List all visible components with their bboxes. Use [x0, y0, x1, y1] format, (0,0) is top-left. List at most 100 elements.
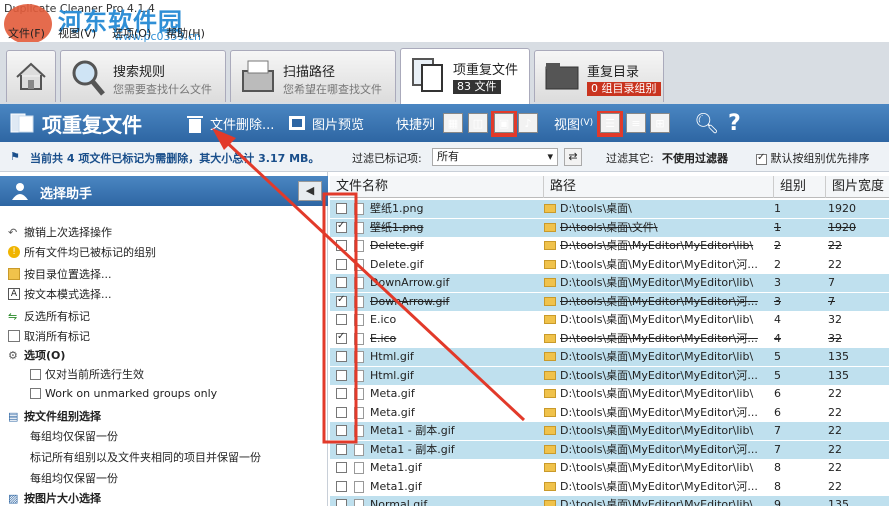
tab-duplicate-folders[interactable]: 重复目录 0 组目录组别 — [534, 50, 664, 102]
select-by-location-item[interactable]: 按目录位置选择... — [8, 266, 112, 282]
table-row[interactable]: DownArrow.gif D:\tools\桌面\MyEditor\MyEdit… — [330, 292, 889, 311]
image-preview-button[interactable]: 图片预览 — [312, 104, 364, 142]
keep-one-per-group-item[interactable]: 每组均仅保留一份 — [30, 428, 118, 444]
row-checkbox[interactable] — [336, 203, 347, 214]
refresh-filter-button[interactable]: ⇄ — [564, 148, 582, 166]
group-priority-checkbox[interactable]: 默认按组别优先排序 — [756, 150, 870, 166]
column-image-width[interactable]: 图片宽度 — [826, 176, 889, 198]
collapse-panel-button[interactable]: ◀ — [298, 181, 322, 201]
table-row[interactable]: Meta1.gif D:\tools\桌面\MyEditor\MyEditor\l… — [330, 459, 889, 477]
table-row[interactable]: DownArrow.gif D:\tools\桌面\MyEditor\MyEdit… — [330, 274, 889, 292]
row-checkbox[interactable] — [336, 351, 347, 362]
tab-duplicate-files[interactable]: 项重复文件 83 文件 — [400, 48, 530, 104]
column-layout-2-icon[interactable]: ◫ — [468, 113, 488, 133]
flag-icon: ⚑ — [10, 150, 20, 163]
delete-files-button[interactable]: 文件删除... — [210, 104, 274, 142]
row-checkbox[interactable] — [336, 499, 347, 506]
row-checkbox[interactable] — [336, 314, 347, 325]
table-row[interactable]: Delete.gif D:\tools\桌面\MyEditor\MyEditor\… — [330, 237, 889, 255]
row-checkbox[interactable] — [336, 388, 347, 399]
path-cell: D:\tools\桌面\MyEditor\MyEditor\河... — [560, 331, 758, 345]
invert-marks-item[interactable]: ⇋ 反选所有标记 — [8, 308, 90, 324]
options-heading: ⚙ 选项(O) — [8, 349, 66, 362]
group-cell: 7 — [774, 424, 781, 437]
row-checkbox[interactable] — [336, 462, 347, 473]
row-checkbox[interactable] — [336, 443, 347, 455]
grid-view-icon[interactable]: ⊞ — [650, 113, 670, 133]
keep-one-per-group-item-2[interactable]: 每组均仅保留一份 — [30, 470, 118, 486]
row-checkbox[interactable] — [336, 294, 347, 307]
table-row[interactable]: Normal.gif D:\tools\桌面\MyEditor\MyEditor\… — [330, 496, 889, 506]
clear-marks-item[interactable]: 取消所有标记 — [8, 328, 90, 344]
invert-icon: ⇋ — [8, 310, 18, 323]
filter-marked-label: 过滤已标记项: — [352, 152, 422, 165]
table-row[interactable]: 壁纸1.png D:\tools\桌面\文件\ 1 1920 — [330, 218, 889, 237]
column-file-name[interactable]: 文件名称 — [330, 176, 544, 198]
row-checkbox[interactable] — [336, 331, 347, 344]
column-layout-1-icon[interactable]: ▦ — [443, 113, 463, 133]
path-cell: D:\tools\桌面\MyEditor\MyEditor\河... — [560, 442, 758, 456]
group-cell: 5 — [774, 368, 781, 382]
tab-scan-path[interactable]: 扫描路径 您希望在哪查找文件 — [230, 50, 396, 102]
file-name-cell: Meta1 - 副本.gif — [370, 442, 455, 456]
path-cell: D:\tools\桌面\MyEditor\MyEditor\lib\ — [560, 350, 754, 363]
select-by-text-item[interactable]: A 按文本模式选择... — [8, 286, 112, 302]
table-row[interactable]: Meta1.gif D:\tools\桌面\MyEditor\MyEditor\河… — [330, 477, 889, 496]
tab-search-rules[interactable]: 搜索规则 您需要查找什么文件 — [60, 50, 226, 102]
undo-selection-item[interactable]: ↶ 撤销上次选择操作 — [8, 224, 112, 240]
column-group[interactable]: 组别 — [774, 176, 826, 198]
option-current-rows[interactable]: 仅对当前所选行生效 — [30, 366, 144, 382]
tab-scan-path-sub: 您希望在哪查找文件 — [283, 83, 382, 96]
row-checkbox[interactable] — [336, 480, 347, 492]
image-columns-icon[interactable]: ▣ — [492, 111, 516, 135]
all-marked-groups-item[interactable]: ! 所有文件均已被标记的组别 — [8, 244, 156, 260]
table-row[interactable]: Html.gif D:\tools\桌面\MyEditor\MyEditor\li… — [330, 348, 889, 366]
table-row[interactable]: E.ico D:\tools\桌面\MyEditor\MyEditor\lib\ 4… — [330, 311, 889, 329]
folder-icon — [544, 204, 556, 213]
file-name-cell: E.ico — [370, 331, 397, 345]
filter-other-value[interactable]: 不使用过滤器 — [662, 150, 728, 166]
list-view-icon[interactable]: ☰ — [598, 111, 622, 135]
group-priority-check[interactable] — [756, 152, 767, 165]
option-unmarked-groups[interactable]: Work on unmarked groups only — [30, 387, 217, 400]
mark-same-folder-item[interactable]: 标记所有组别以及文件夹相同的项目并保留一份 — [30, 449, 261, 465]
music-columns-icon[interactable]: ♪ — [518, 113, 538, 133]
row-checkbox[interactable] — [336, 406, 347, 418]
file-icon — [354, 443, 364, 456]
row-checkbox[interactable] — [336, 240, 347, 251]
row-checkbox[interactable] — [336, 425, 347, 436]
trash-icon[interactable] — [186, 114, 204, 134]
column-path[interactable]: 路径 — [544, 176, 774, 198]
row-checkbox[interactable] — [336, 277, 347, 288]
option-current-checkbox[interactable] — [30, 368, 41, 380]
table-row[interactable]: E.ico D:\tools\桌面\MyEditor\MyEditor\河... 4… — [330, 329, 889, 348]
tab-duplicate-folders-title: 重复目录 — [587, 65, 640, 80]
table-row[interactable]: Html.gif D:\tools\桌面\MyEditor\MyEditor\河.… — [330, 366, 889, 385]
path-cell: D:\tools\桌面\MyEditor\MyEditor\lib\ — [560, 387, 754, 400]
table-row[interactable]: 壁纸1.png D:\tools\桌面\ 1 1920 — [330, 200, 889, 218]
menu-view[interactable]: 视图(V) — [58, 25, 96, 41]
row-checkbox[interactable] — [336, 369, 347, 381]
table-row[interactable]: Meta.gif D:\tools\桌面\MyEditor\MyEditor\li… — [330, 385, 889, 403]
row-checkbox[interactable] — [336, 258, 347, 270]
search-icon[interactable]: 🔍︎ — [694, 104, 719, 142]
table-row[interactable]: Meta1 - 副本.gif D:\tools\桌面\MyEditor\MyEdi… — [330, 422, 889, 440]
menu-help[interactable]: 帮助(H) — [166, 25, 205, 41]
menu-bar: 文件(F) 视图(V) 选项(O) 帮助(H) — [0, 22, 889, 42]
table-row[interactable]: Delete.gif D:\tools\桌面\MyEditor\MyEditor\… — [330, 255, 889, 274]
file-icon — [354, 277, 364, 289]
group-cell: 1 — [774, 220, 781, 234]
details-view-icon[interactable]: ≡ — [626, 113, 646, 133]
table-row[interactable]: Meta.gif D:\tools\桌面\MyEditor\MyEditor\河.… — [330, 403, 889, 422]
tab-home[interactable] — [6, 50, 56, 102]
filter-marked-select[interactable]: 所有 ▾ — [432, 148, 558, 166]
marked-summary: 当前共 4 项文件已标记为需删除，其大小总计 3.17 MB。 — [30, 152, 320, 165]
table-row[interactable]: Meta1 - 副本.gif D:\tools\桌面\MyEditor\MyEdi… — [330, 440, 889, 459]
help-icon[interactable]: ? — [728, 104, 741, 142]
file-name-cell: Delete.gif — [370, 239, 424, 252]
tab-scan-path-title: 扫描路径 — [283, 65, 336, 80]
option-unmarked-checkbox[interactable] — [30, 388, 41, 399]
row-checkbox[interactable] — [336, 220, 347, 233]
menu-options[interactable]: 选项(O) — [112, 25, 151, 41]
menu-file[interactable]: 文件(F) — [8, 25, 45, 41]
